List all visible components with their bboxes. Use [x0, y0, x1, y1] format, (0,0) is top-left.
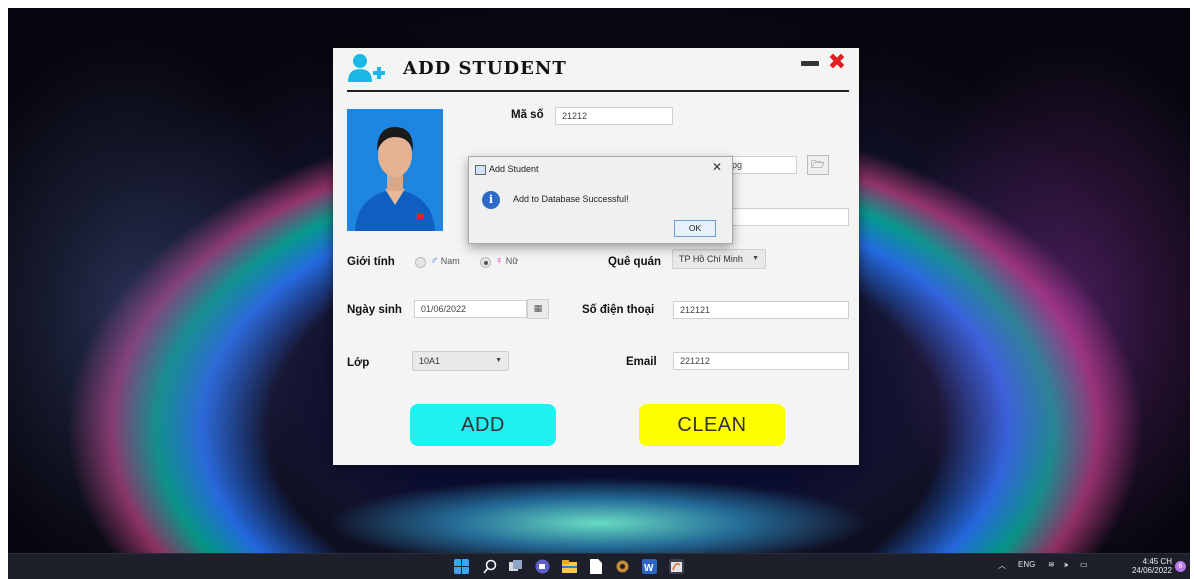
tray-chevron-up-icon[interactable]: ︿	[998, 560, 1006, 571]
chevron-down-icon: ▼	[752, 255, 759, 262]
document-icon[interactable]	[588, 559, 603, 574]
add-student-window: ADD STUDENT ✖ Mã số 21212 jpg 🗁 Giới tín…	[333, 48, 859, 465]
student-photo-image	[347, 109, 443, 231]
calendar-button[interactable]: ▦	[527, 299, 549, 319]
gender-female-radio[interactable]	[480, 257, 491, 268]
info-icon: i	[482, 191, 500, 209]
word-icon[interactable]: W	[642, 559, 657, 574]
notification-badge[interactable]: 6	[1175, 561, 1186, 572]
add-button[interactable]: ADD	[410, 404, 556, 446]
calendar-icon: ▦	[533, 304, 543, 314]
settings-app-icon[interactable]	[615, 559, 630, 574]
gioi-tinh-label: Giới tính	[347, 256, 395, 268]
svg-text:W: W	[644, 563, 654, 574]
dialog-title: Add Student	[489, 164, 539, 174]
gender-male-radio[interactable]	[415, 257, 426, 268]
so-dien-thoai-label: Số điện thoại	[582, 304, 655, 316]
window-title: ADD STUDENT	[403, 58, 567, 79]
gender-female-label: Nữ	[505, 256, 519, 266]
lop-label: Lớp	[347, 357, 370, 369]
female-icon: ♀	[495, 255, 504, 267]
close-button[interactable]: ✖	[827, 52, 847, 74]
dialog-ok-button[interactable]: OK	[674, 220, 716, 237]
windows-start-icon[interactable]	[454, 559, 469, 574]
file-explorer-icon[interactable]	[562, 559, 577, 574]
ma-so-input[interactable]: 21212	[555, 107, 673, 125]
email-label: Email	[626, 356, 657, 368]
gender-male-label: Nam	[440, 256, 460, 266]
clean-button[interactable]: CLEAN	[639, 404, 785, 446]
clock-date: 24/06/2022	[1131, 566, 1172, 575]
clock-time: 4:45 CH	[1142, 557, 1172, 566]
que-quan-select[interactable]: TP Hồ Chí Minh ▼	[672, 249, 766, 269]
que-quan-value: TP Hồ Chí Minh	[679, 254, 743, 264]
student-photo[interactable]	[347, 109, 443, 231]
success-dialog: Add Student ✕ i Add to Database Successf…	[468, 156, 733, 244]
email-input[interactable]: 221212	[673, 352, 849, 370]
taskbar: W ︿ ENG ≋ 🕩 ▭ 4:45 CH 24/06/2022 6	[8, 553, 1190, 579]
ngay-sinh-input[interactable]: 01/06/2022	[414, 300, 527, 318]
add-user-icon	[348, 54, 385, 82]
teams-chat-icon[interactable]	[535, 559, 550, 574]
dialog-message: Add to Database Successful!	[513, 194, 629, 204]
language-indicator[interactable]: ENG	[1018, 560, 1035, 569]
gender-female-text: ♀ Nữ	[495, 255, 518, 267]
browse-folder-button[interactable]: 🗁	[807, 155, 829, 175]
lop-value: 10A1	[419, 356, 441, 366]
volume-icon[interactable]: 🕩	[1063, 560, 1068, 570]
gender-male-text: ♂ Nam	[430, 255, 460, 267]
dialog-app-icon	[475, 165, 486, 175]
dialog-close-button[interactable]: ✕	[712, 160, 722, 174]
que-quan-label: Quê quán	[608, 256, 662, 268]
search-icon[interactable]	[483, 559, 498, 574]
minimize-button[interactable]	[801, 61, 819, 66]
task-view-icon[interactable]	[508, 559, 523, 574]
wifi-icon[interactable]: ≋	[1048, 560, 1055, 569]
lop-select[interactable]: 10A1 ▼	[412, 351, 509, 371]
java-app-icon[interactable]	[669, 559, 684, 574]
so-dien-thoai-input[interactable]: 212121	[673, 301, 849, 319]
chevron-down-icon: ▼	[495, 357, 502, 364]
ma-so-label: Mã số	[511, 109, 544, 121]
battery-icon[interactable]: ▭	[1080, 560, 1088, 569]
male-icon: ♂	[430, 255, 439, 267]
ngay-sinh-label: Ngày sinh	[347, 304, 402, 316]
clock[interactable]: 4:45 CH 24/06/2022	[1132, 557, 1172, 575]
window-header: ADD STUDENT ✖	[347, 48, 849, 92]
